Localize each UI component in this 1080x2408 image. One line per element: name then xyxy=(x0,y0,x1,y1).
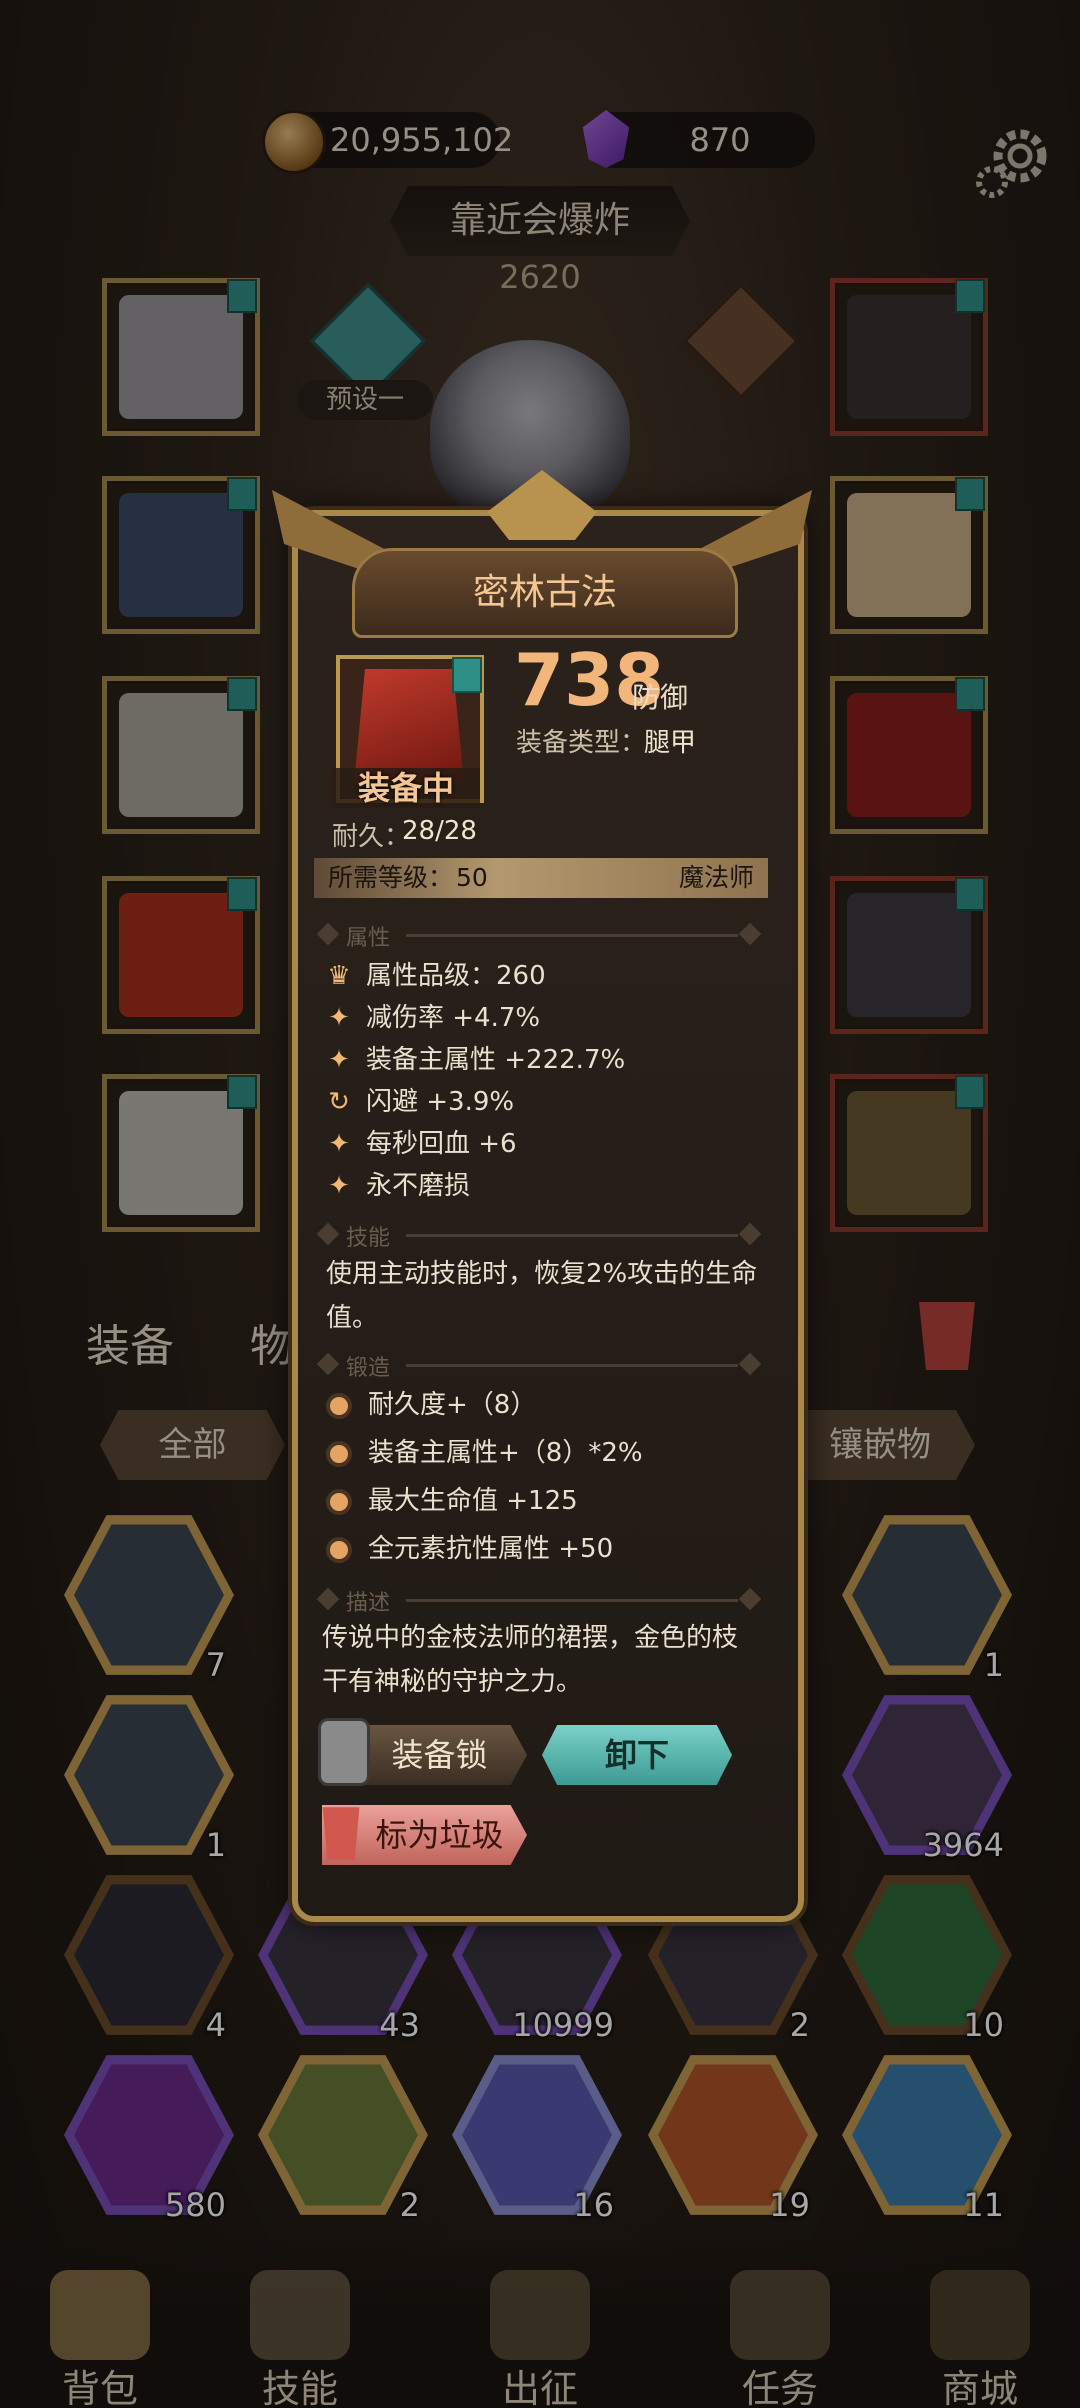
section-label: 锻造 xyxy=(346,1356,391,1381)
attr-row: ✦ 每秒回血 +6 xyxy=(326,1125,517,1163)
equip-type-value: 腿甲 xyxy=(644,728,697,758)
forge-row: 装备主属性+（8）*2% xyxy=(326,1433,643,1473)
attr-row: ✦ 减伤率 +4.7% xyxy=(326,999,540,1037)
forge-row: 耐久度+（8） xyxy=(326,1385,536,1425)
crown-icon: ♛ xyxy=(327,961,351,991)
section-skill: 技能 xyxy=(314,1220,768,1251)
attr-text: 闪避 +3.9% xyxy=(366,1087,515,1117)
forge-text: 装备主属性+（8）*2% xyxy=(368,1438,643,1468)
attr-row: ✦ 永不磨损 xyxy=(326,1167,470,1205)
forge-text: 全元素抗性属性 +50 xyxy=(368,1534,614,1564)
section-diamond xyxy=(738,1587,762,1611)
section-line xyxy=(406,1599,738,1602)
section-attributes: 属性 xyxy=(314,920,768,951)
section-diamond xyxy=(738,1222,762,1246)
star-icon: ✦ xyxy=(328,1171,350,1201)
crest-ornament xyxy=(487,470,597,540)
section-diamond xyxy=(738,922,762,946)
forge-dot-icon xyxy=(326,1392,352,1419)
tier-tag xyxy=(452,657,482,693)
section-label: 描述 xyxy=(346,1591,391,1616)
forge-dot-icon xyxy=(326,1488,352,1515)
equip-type-label: 装备类型： xyxy=(516,728,647,758)
leg-armor-icon xyxy=(354,669,464,784)
section-diamond xyxy=(316,1352,340,1376)
section-label: 技能 xyxy=(346,1226,391,1251)
durability-label: 耐久： xyxy=(332,822,411,852)
section-diamond xyxy=(316,1587,340,1611)
section-diamond xyxy=(738,1352,762,1376)
req-level-label: 所需等级： xyxy=(328,863,454,892)
swirl-icon: ↻ xyxy=(328,1087,350,1117)
attr-row: ↻ 闪避 +3.9% xyxy=(326,1083,514,1121)
attr-text: 永不磨损 xyxy=(366,1171,471,1201)
level-requirement-bar: 所需等级： 50 魔法师 xyxy=(314,858,768,898)
forge-dot-icon xyxy=(326,1440,352,1467)
equipped-badge: 装备中 xyxy=(332,768,480,808)
req-level-value: 50 xyxy=(456,863,488,892)
attr-text: 属性品级：260 xyxy=(366,961,546,991)
forge-row: 最大生命值 +125 xyxy=(326,1481,578,1521)
skill-text: 使用主动技能时，恢复2%攻击的生命值。 xyxy=(326,1259,758,1333)
section-line xyxy=(406,1234,738,1237)
game-screen: 20,955,102 870 靠近会爆炸 2620 预设一 装备 物品 全部 镶… xyxy=(0,0,1080,2408)
star-icon: ✦ xyxy=(328,1129,350,1159)
attr-text: 每秒回血 +6 xyxy=(366,1129,517,1159)
section-forge: 锻造 xyxy=(314,1350,768,1381)
attr-text: 装备主属性 +222.7% xyxy=(366,1045,626,1075)
section-diamond xyxy=(316,1222,340,1246)
section-label: 属性 xyxy=(346,926,391,951)
item-name: 密林古法 xyxy=(352,548,738,638)
section-line xyxy=(406,1364,738,1367)
durability-value: 28/28 xyxy=(402,816,477,846)
item-detail-popup: 密林古法 装备中 738 防御 装备类型： 腿甲 耐久： 28/28 所需等级：… xyxy=(272,470,812,1922)
forge-row: 全元素抗性属性 +50 xyxy=(326,1529,613,1569)
req-class: 魔法师 xyxy=(678,863,754,892)
forge-dot-icon xyxy=(326,1536,352,1563)
forge-text: 耐久度+（8） xyxy=(368,1390,537,1420)
item-description: 传说中的金枝法师的裙摆，金色的枝干有神秘的守护之力。 xyxy=(322,1623,739,1697)
defense-unit: 防御 xyxy=(632,681,689,714)
section-description: 描述 xyxy=(314,1585,768,1616)
attr-row: ✦ 装备主属性 +222.7% xyxy=(326,1041,625,1079)
star-icon: ✦ xyxy=(328,1003,350,1033)
attr-text: 减伤率 +4.7% xyxy=(366,1003,541,1033)
section-line xyxy=(406,934,738,937)
star-icon: ✦ xyxy=(328,1045,350,1075)
section-diamond xyxy=(316,922,340,946)
lock-icon xyxy=(318,1718,370,1786)
unequip-button[interactable]: 卸下 xyxy=(542,1725,732,1785)
forge-text: 最大生命值 +125 xyxy=(368,1486,578,1516)
attr-row: ♛ 属性品级：260 xyxy=(326,957,546,995)
